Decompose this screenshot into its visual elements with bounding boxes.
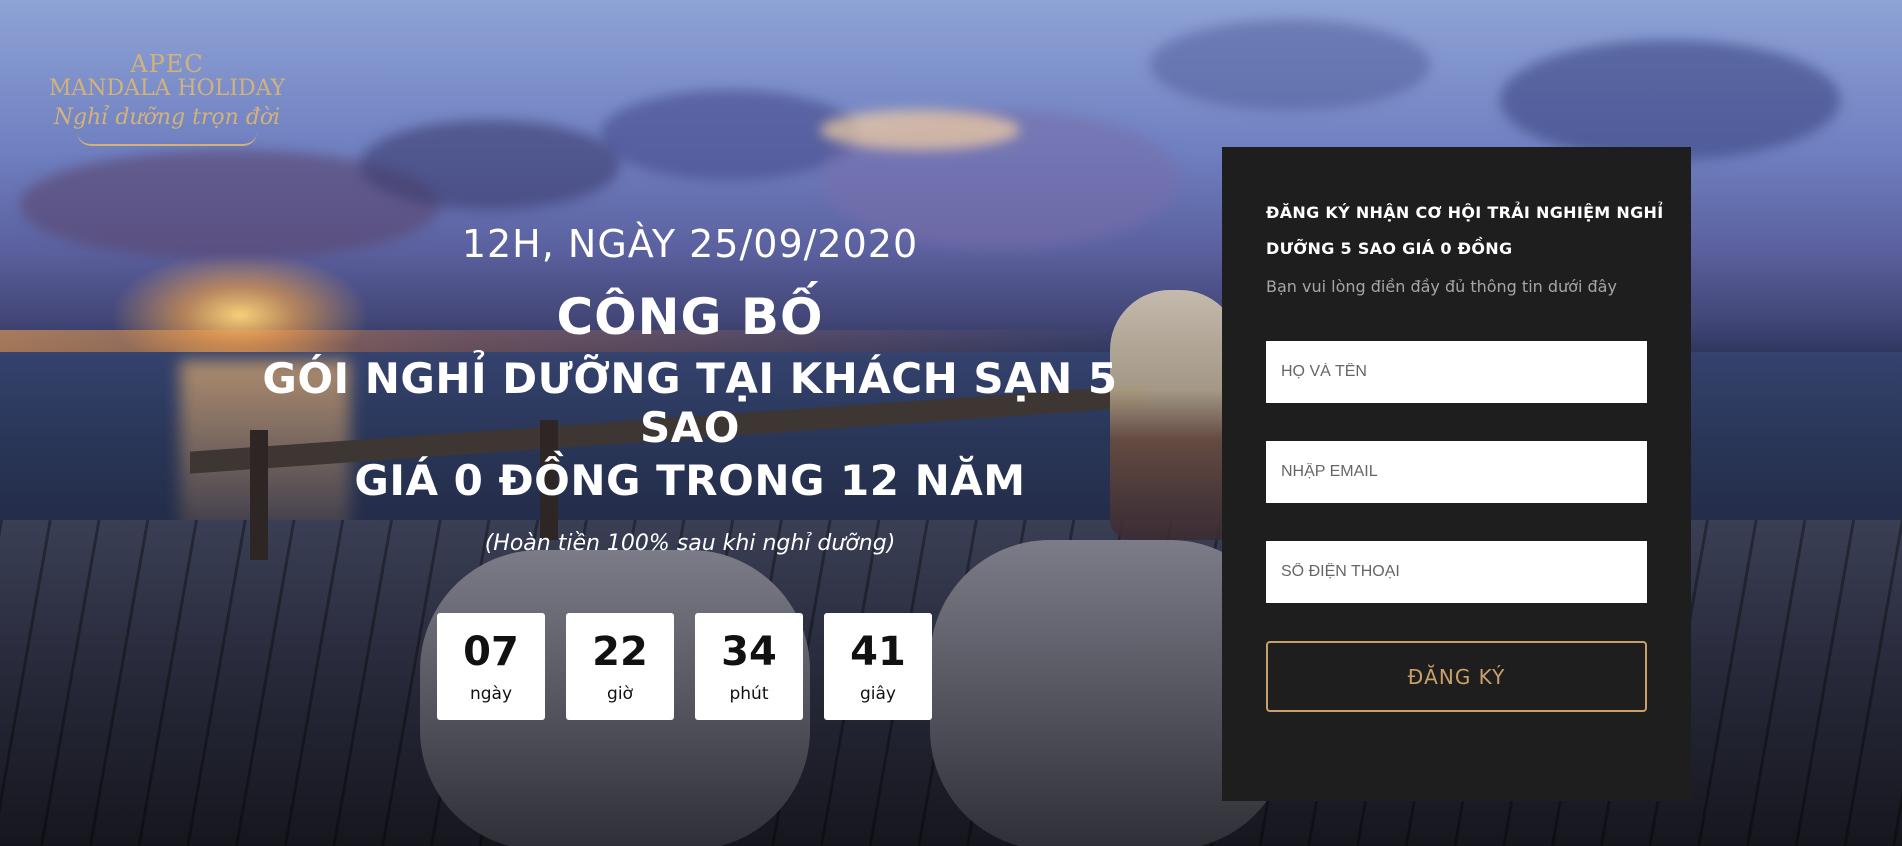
logo-swash-icon xyxy=(77,132,257,146)
logo-text-apec: APEC xyxy=(130,50,204,78)
form-subtitle: Bạn vui lòng điền đầy đủ thông tin dưới … xyxy=(1266,277,1617,296)
hero-section: APEC MANDALA HOLIDAY Nghỉ dưỡng trọn đời… xyxy=(0,0,1902,846)
registration-panel: ĐĂNG KÝ NHẬN CƠ HỘI TRẢI NGHIỆM NGHỈ DƯỠ… xyxy=(1222,147,1691,801)
headline-subtitle-line2: GIÁ 0 ĐỒNG TRONG 12 NĂM xyxy=(354,456,1026,505)
cloud xyxy=(600,90,860,180)
phone-field[interactable] xyxy=(1266,541,1647,603)
email-field[interactable] xyxy=(1266,441,1647,503)
cloud xyxy=(360,120,620,210)
register-button[interactable]: ĐĂNG KÝ xyxy=(1266,641,1647,712)
countdown-timer: 07 ngày 22 giờ 34 phút 41 giây xyxy=(437,613,932,720)
countdown-days: 07 ngày xyxy=(437,613,545,720)
countdown-value: 22 xyxy=(592,628,648,675)
event-date: 12H, NGÀY 25/09/2020 xyxy=(461,222,919,266)
countdown-label: ngày xyxy=(469,683,513,704)
countdown-seconds: 41 giây xyxy=(824,613,932,720)
countdown-hours: 22 giờ xyxy=(566,613,674,720)
name-field[interactable] xyxy=(1266,341,1647,403)
headline-subtitle-line1: GÓI NGHỈ DƯỠNG TẠI KHÁCH SẠN 5 SAO xyxy=(262,354,1118,452)
countdown-value: 41 xyxy=(850,628,906,675)
cloud xyxy=(820,110,1020,150)
countdown-label: giờ xyxy=(607,683,633,704)
form-title: ĐĂNG KÝ NHẬN CƠ HỘI TRẢI NGHIỆM NGHỈ DƯỠ… xyxy=(1266,203,1664,258)
logo-tagline: Nghỉ dưỡng trọn đời xyxy=(53,105,281,130)
logo-text-name: MANDALA HOLIDAY xyxy=(48,76,286,101)
countdown-label: phút xyxy=(729,683,769,704)
countdown-label: giây xyxy=(860,683,896,704)
cloud xyxy=(1150,20,1430,110)
countdown-value: 07 xyxy=(463,628,519,675)
cloud xyxy=(1500,40,1840,160)
countdown-minutes: 34 phút xyxy=(695,613,803,720)
refund-note: (Hoàn tiền 100% sau khi nghỉ dưỡng) xyxy=(484,531,896,556)
headline-block: 12H, NGÀY 25/09/2020 CÔNG BỐ GÓI NGHỈ DƯ… xyxy=(240,222,1140,556)
brand-logo[interactable]: APEC MANDALA HOLIDAY Nghỉ dưỡng trọn đời xyxy=(36,52,298,146)
headline-title: CÔNG BỐ xyxy=(556,288,824,346)
countdown-value: 34 xyxy=(721,628,777,675)
